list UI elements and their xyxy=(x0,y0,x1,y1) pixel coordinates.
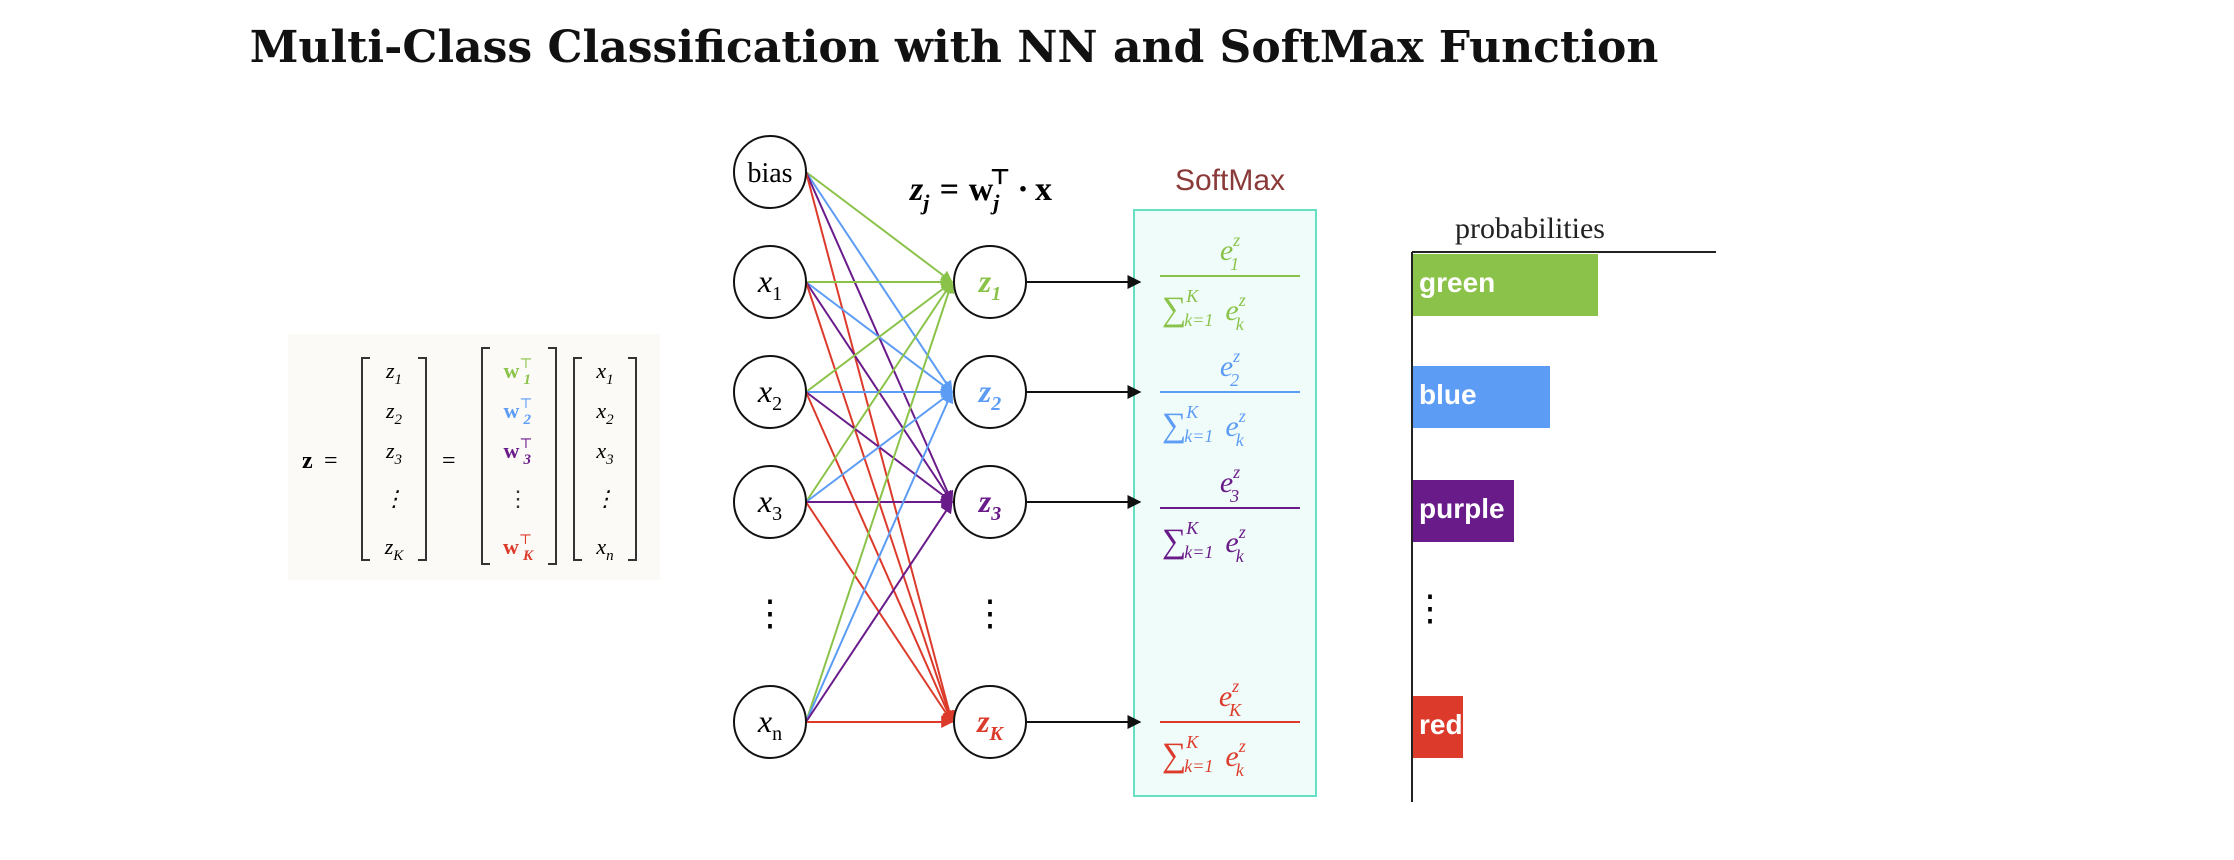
probability-bar: red xyxy=(1413,696,1463,758)
input-node-label: bias xyxy=(747,158,792,189)
softmax-title: SoftMax xyxy=(1175,164,1285,197)
input-node: xn xyxy=(733,685,807,759)
probability-bar: purple xyxy=(1413,480,1514,542)
matrix-lhs: z xyxy=(302,448,313,474)
diagram-canvas: Multi-Class Classification with NN and S… xyxy=(0,0,2234,860)
input-node: x3 xyxy=(733,465,807,539)
input-vdots: ⋮ xyxy=(752,593,788,633)
output-node: z2 xyxy=(953,355,1027,429)
matrix-x-entry: ⋮ xyxy=(594,486,616,511)
probability-chart: probabilities green blue purple red xyxy=(1411,212,1716,802)
network-connections xyxy=(805,171,956,728)
output-layer: z1 z2 z3 zK xyxy=(953,245,1027,759)
softmax-panel: SoftMax ez 1∑K k=1 ez kez 2∑K k=1 ez kez 3∑K k=1 ez… xyxy=(1133,164,1317,797)
probabilities-title: probabilities xyxy=(1455,212,1605,245)
matrix-equals-1: = xyxy=(324,448,338,474)
weight-formula: zj = wj⊤ · x xyxy=(909,164,1052,215)
connection-line xyxy=(805,171,953,283)
diagram-svg: z = = z1 w⊤ 1 x1z2 w⊤ 2 x2z3 w⊤ 3 x3⋮ ⋮ ⋮zK w⊤ Kxn bi… xyxy=(288,135,1716,802)
output-node: z3 xyxy=(953,465,1027,539)
probability-bar: green xyxy=(1413,254,1598,316)
matrix-z-entry: ⋮ xyxy=(383,486,405,511)
output-node: z1 xyxy=(953,245,1027,319)
probability-bar-label: green xyxy=(1419,267,1495,298)
input-node: bias xyxy=(733,135,807,209)
output-vdots: ⋮ xyxy=(972,593,1008,633)
probability-bar: blue xyxy=(1413,366,1550,428)
matrix-equation: z = = z1 w⊤ 1 x1z2 w⊤ 2 x2z3 w⊤ 3 x3⋮ ⋮ ⋮zK w⊤ Kxn xyxy=(288,334,660,580)
prob-vdots: ⋮ xyxy=(1412,588,1448,628)
probability-bar-label: blue xyxy=(1419,379,1477,410)
probability-bar-label: purple xyxy=(1419,493,1505,524)
input-node: x1 xyxy=(733,245,807,319)
probability-bar-label: red xyxy=(1419,709,1463,740)
output-arrows xyxy=(1026,275,1142,729)
input-layer: bias x1 x2 x3 xn xyxy=(733,135,807,759)
matrix-equals-2: = xyxy=(442,448,456,474)
matrix-w-entry: ⋮ xyxy=(507,486,529,511)
input-node: x2 xyxy=(733,355,807,429)
output-node: zK xyxy=(953,685,1027,759)
svg-text:zj=wj⊤·x: zj = wj⊤ · x xyxy=(909,164,1052,215)
